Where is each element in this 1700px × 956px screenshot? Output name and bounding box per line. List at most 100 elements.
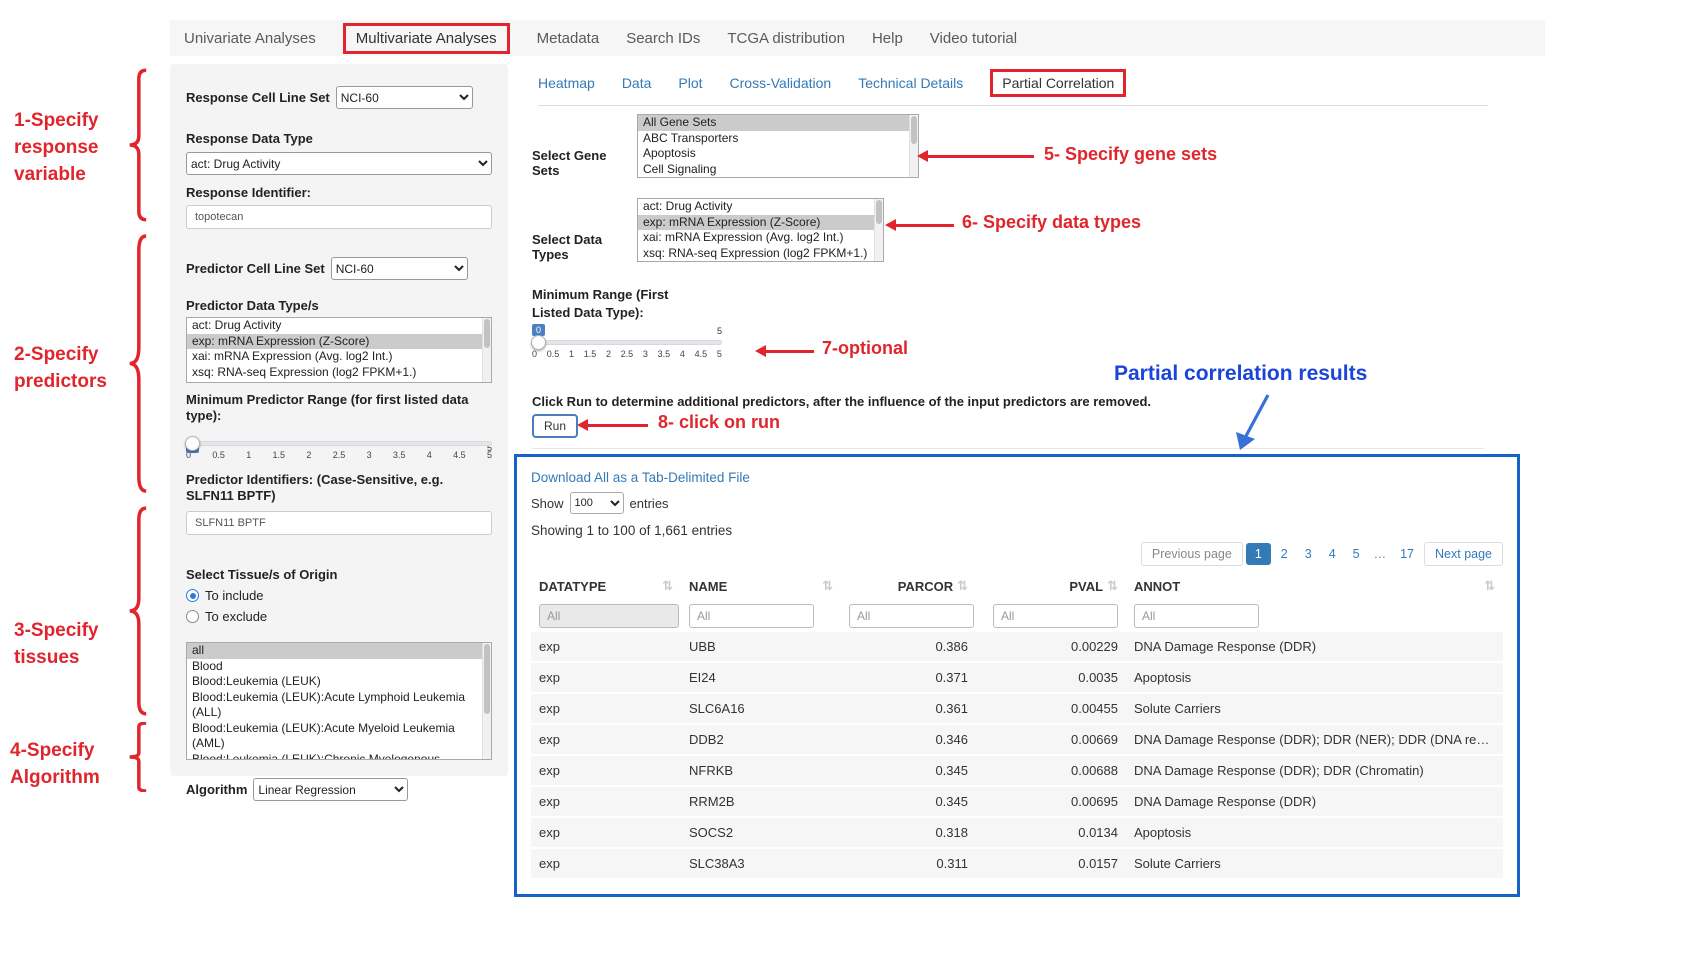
filter-parcor-input[interactable] (849, 604, 974, 628)
sort-icon[interactable] (957, 578, 968, 594)
predictor-data-type-option[interactable]: xsq: RNA-seq Expression (log2 FPKM+1.) (187, 365, 482, 381)
show-entries-select[interactable]: 100 (570, 492, 624, 514)
slider-handle[interactable] (185, 436, 200, 451)
annotation-step8: 8- click on run (658, 412, 780, 433)
tick: 1.5 (273, 450, 286, 460)
slider-handle[interactable] (531, 335, 546, 350)
page-button-5[interactable]: 5 (1346, 543, 1367, 565)
cell-name: UBB (681, 632, 841, 662)
table-row: exp DDB2 0.346 0.00669 DNA Damage Respon… (531, 724, 1503, 755)
gene-set-option[interactable]: Cell Signaling (638, 162, 909, 178)
algorithm-select[interactable]: Linear Regression (253, 778, 408, 801)
sort-icon[interactable] (1484, 578, 1495, 594)
filter-datatype-input[interactable] (539, 604, 679, 628)
page-button-4[interactable]: 4 (1322, 543, 1343, 565)
annotation-results-title: Partial correlation results (1114, 362, 1367, 386)
data-types-label: Select Data Types (532, 232, 632, 262)
tick: 4.5 (695, 349, 708, 359)
page-button-1[interactable]: 1 (1246, 543, 1271, 565)
predictor-data-type-option[interactable]: act: Drug Activity (187, 318, 482, 334)
predictor-cell-line-set-select[interactable]: NCI-60 (331, 257, 468, 280)
cell-pval: 0.0035 (976, 662, 1126, 693)
tab-partial-correlation[interactable]: Partial Correlation (990, 69, 1126, 97)
scrollbar-thumb[interactable] (911, 116, 917, 144)
gene-set-option-selected[interactable]: All Gene Sets (638, 115, 909, 131)
header-pval[interactable]: PVAL (976, 572, 1126, 600)
previous-page-button[interactable]: Previous page (1141, 542, 1243, 566)
annotation-step5: 5- Specify gene sets (1044, 144, 1217, 165)
response-cell-line-set-select[interactable]: NCI-60 (336, 86, 473, 109)
tick: 4 (427, 450, 432, 460)
tissue-option[interactable]: Blood:Leukemia (LEUK) (187, 674, 482, 690)
run-instruction: Click Run to determine additional predic… (532, 394, 1151, 409)
cell-datatype: exp (531, 755, 681, 786)
scrollbar-thumb[interactable] (484, 644, 490, 714)
header-annot[interactable]: ANNOT (1126, 572, 1503, 600)
nav-tcga-distribution[interactable]: TCGA distribution (727, 30, 845, 47)
slider-ticks: 0 0.5 1 1.5 2 2.5 3 3.5 4 4.5 5 (186, 450, 492, 460)
entries-label: entries (630, 496, 669, 511)
cell-pval: 0.00695 (976, 786, 1126, 817)
tick: 3.5 (393, 450, 406, 460)
radio-to-include[interactable] (186, 589, 199, 602)
radio-to-exclude-label: To exclude (205, 609, 267, 624)
predictor-identifiers-input[interactable] (186, 511, 492, 535)
header-parcor[interactable]: PARCOR (841, 572, 976, 600)
gene-set-option[interactable]: Apoptosis (638, 146, 909, 162)
data-type-option[interactable]: xsq: RNA-seq Expression (log2 FPKM+1.) (638, 246, 874, 262)
data-type-option[interactable]: xai: mRNA Expression (Avg. log2 Int.) (638, 230, 874, 246)
table-row: exp SLC6A16 0.361 0.00455 Solute Carrier… (531, 693, 1503, 724)
tab-plot[interactable]: Plot (678, 75, 702, 91)
cell-parcor: 0.345 (841, 786, 976, 817)
sort-icon[interactable] (1107, 578, 1118, 594)
tab-cross-validation[interactable]: Cross-Validation (730, 75, 832, 91)
tab-technical-details[interactable]: Technical Details (858, 75, 963, 91)
annotation-step6: 6- Specify data types (962, 212, 1141, 233)
data-type-option-selected[interactable]: exp: mRNA Expression (Z-Score) (638, 215, 874, 231)
scrollbar[interactable] (909, 115, 918, 177)
cell-name: RRM2B (681, 786, 841, 817)
nav-search-ids[interactable]: Search IDs (626, 30, 700, 47)
sort-icon[interactable] (662, 578, 673, 594)
scrollbar[interactable] (482, 643, 491, 759)
cell-parcor: 0.318 (841, 817, 976, 848)
cell-datatype: exp (531, 662, 681, 693)
scrollbar[interactable] (482, 318, 491, 382)
gene-set-option[interactable]: ABC Transporters (638, 131, 909, 147)
predictor-data-type-option-selected[interactable]: exp: mRNA Expression (Z-Score) (187, 334, 482, 350)
response-identifier-input[interactable] (186, 205, 492, 229)
nav-metadata[interactable]: Metadata (537, 30, 600, 47)
tissue-option[interactable]: Blood (187, 659, 482, 675)
nav-video-tutorial[interactable]: Video tutorial (930, 30, 1017, 47)
slider-track[interactable] (186, 441, 492, 446)
nav-univariate-analyses[interactable]: Univariate Analyses (184, 30, 316, 47)
tissue-option[interactable]: Blood:Leukemia (LEUK):Chronic Myelogenou… (187, 752, 482, 761)
slider-track[interactable] (532, 340, 722, 345)
page-button-3[interactable]: 3 (1298, 543, 1319, 565)
radio-to-exclude[interactable] (186, 610, 199, 623)
tissue-option-selected[interactable]: all (187, 643, 482, 659)
predictor-data-type-option[interactable]: xai: mRNA Expression (Avg. log2 Int.) (187, 349, 482, 365)
next-page-button[interactable]: Next page (1424, 542, 1503, 566)
tab-data[interactable]: Data (622, 75, 652, 91)
download-link[interactable]: Download All as a Tab-Delimited File (531, 470, 750, 485)
nav-help[interactable]: Help (872, 30, 903, 47)
page-button-17[interactable]: 17 (1393, 543, 1421, 565)
header-datatype[interactable]: DATATYPE (531, 572, 681, 600)
filter-name-input[interactable] (689, 604, 814, 628)
filter-pval-input[interactable] (993, 604, 1118, 628)
header-name[interactable]: NAME (681, 572, 841, 600)
filter-annot-input[interactable] (1134, 604, 1259, 628)
page-button-2[interactable]: 2 (1274, 543, 1295, 565)
scrollbar-thumb[interactable] (484, 319, 490, 348)
cell-name: SLC38A3 (681, 848, 841, 879)
data-types-listbox: act: Drug Activity exp: mRNA Expression … (637, 198, 884, 262)
partial-correlation-results-panel: Download All as a Tab-Delimited File Sho… (514, 454, 1520, 897)
data-type-option[interactable]: act: Drug Activity (638, 199, 874, 215)
sort-icon[interactable] (822, 578, 833, 594)
tab-heatmap[interactable]: Heatmap (538, 75, 595, 91)
response-data-type-select[interactable]: act: Drug Activity (186, 152, 492, 175)
tissue-option[interactable]: Blood:Leukemia (LEUK):Acute Lymphoid Leu… (187, 690, 482, 721)
nav-multivariate-analyses[interactable]: Multivariate Analyses (343, 23, 510, 54)
tissue-option[interactable]: Blood:Leukemia (LEUK):Acute Myeloid Leuk… (187, 721, 482, 752)
